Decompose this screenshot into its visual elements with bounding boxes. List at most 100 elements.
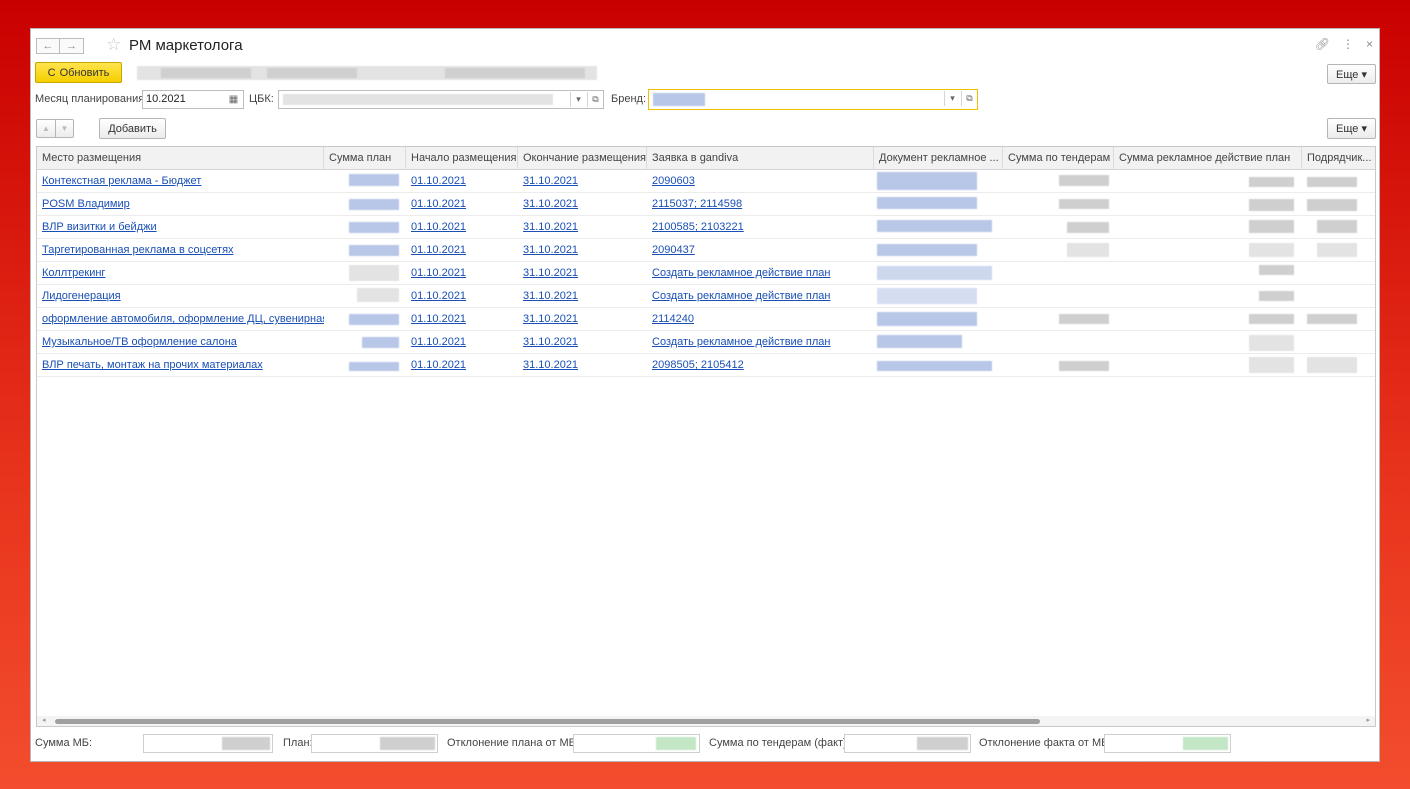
start-date[interactable]: 01.10.2021 (406, 262, 518, 285)
end-date-text[interactable]: 31.10.2021 (523, 313, 578, 325)
gandiva-link[interactable]: 2090437 (647, 239, 874, 262)
col-gandiva[interactable]: Заявка в gandiva (647, 147, 874, 170)
start-date-text[interactable]: 01.10.2021 (411, 313, 466, 325)
place-link[interactable]: POSM Владимир (37, 193, 324, 216)
place-text[interactable]: Контекстная реклама - Бюджет (42, 175, 201, 187)
place-link[interactable]: Контекстная реклама - Бюджет (37, 170, 324, 193)
gandiva-text[interactable]: Создать рекламное действие план (652, 290, 830, 302)
end-date[interactable]: 31.10.2021 (518, 285, 647, 308)
end-date[interactable]: 31.10.2021 (518, 354, 647, 377)
col-place[interactable]: Место размещения (37, 147, 324, 170)
end-date[interactable]: 31.10.2021 (518, 193, 647, 216)
end-date-text[interactable]: 31.10.2021 (523, 359, 578, 371)
cbk-dropdown-button[interactable]: ▾ (570, 92, 586, 107)
gandiva-link[interactable]: Создать рекламное действие план (647, 331, 874, 354)
brand-open-button[interactable]: ⧉ (961, 91, 977, 106)
close-icon[interactable]: × (1366, 37, 1373, 51)
end-date[interactable]: 31.10.2021 (518, 216, 647, 239)
start-date-text[interactable]: 01.10.2021 (411, 221, 466, 233)
start-date-text[interactable]: 01.10.2021 (411, 267, 466, 279)
place-link[interactable]: ВЛР печать, монтаж на прочих материалах (37, 354, 324, 377)
favorite-star-icon[interactable]: ☆ (106, 36, 121, 53)
gandiva-text[interactable]: 2100585; 2103221 (652, 221, 744, 233)
end-date-text[interactable]: 31.10.2021 (523, 175, 578, 187)
end-date-text[interactable]: 31.10.2021 (523, 198, 578, 210)
table-row[interactable]: Коллтрекинг 01.10.2021 31.10.2021 Создат… (37, 262, 1375, 285)
gandiva-link[interactable]: 2114240 (647, 308, 874, 331)
end-date-text[interactable]: 31.10.2021 (523, 336, 578, 348)
place-text[interactable]: POSM Владимир (42, 198, 130, 210)
move-up-button[interactable]: ▲ (36, 119, 55, 138)
refresh-button[interactable]: C Обновить (35, 62, 122, 83)
gandiva-text[interactable]: 2098505; 2105412 (652, 359, 744, 371)
move-down-button[interactable]: ▼ (55, 119, 74, 138)
start-date[interactable]: 01.10.2021 (406, 193, 518, 216)
place-text[interactable]: оформление автомобиля, оформление ДЦ, су… (42, 313, 324, 325)
place-link[interactable]: ВЛР визитки и бейджи (37, 216, 324, 239)
brand-dropdown-button[interactable]: ▾ (944, 91, 960, 106)
gandiva-text[interactable]: 2090603 (652, 175, 695, 187)
gandiva-link[interactable]: 2098505; 2105412 (647, 354, 874, 377)
end-date[interactable]: 31.10.2021 (518, 331, 647, 354)
start-date-text[interactable]: 01.10.2021 (411, 336, 466, 348)
table-row[interactable]: ВЛР печать, монтаж на прочих материалах … (37, 354, 1375, 377)
gandiva-text[interactable]: Создать рекламное действие план (652, 267, 830, 279)
gandiva-link[interactable]: Создать рекламное действие план (647, 285, 874, 308)
start-date[interactable]: 01.10.2021 (406, 308, 518, 331)
start-date-text[interactable]: 01.10.2021 (411, 175, 466, 187)
place-text[interactable]: Лидогенерация (42, 290, 121, 302)
gandiva-text[interactable]: Создать рекламное действие план (652, 336, 830, 348)
end-date[interactable]: 31.10.2021 (518, 170, 647, 193)
end-date-text[interactable]: 31.10.2021 (523, 267, 578, 279)
calendar-button[interactable]: ▦ (225, 91, 242, 108)
start-date[interactable]: 01.10.2021 (406, 331, 518, 354)
gandiva-link[interactable]: 2115037; 2114598 (647, 193, 874, 216)
place-link[interactable]: Таргетированная реклама в соцсетях (37, 239, 324, 262)
place-text[interactable]: ВЛР визитки и бейджи (42, 221, 157, 233)
place-link[interactable]: Лидогенерация (37, 285, 324, 308)
table-more-button[interactable]: Еще ▾ (1327, 118, 1376, 139)
place-text[interactable]: ВЛР печать, монтаж на прочих материалах (42, 359, 263, 371)
brand-field[interactable]: ▾ ⧉ (648, 89, 978, 110)
gandiva-text[interactable]: 2090437 (652, 244, 695, 256)
gandiva-text[interactable]: 2115037; 2114598 (652, 198, 742, 210)
cbk-open-button[interactable]: ⧉ (587, 92, 603, 107)
start-date-text[interactable]: 01.10.2021 (411, 198, 466, 210)
end-date[interactable]: 31.10.2021 (518, 239, 647, 262)
col-plan-sum[interactable]: Сумма план (324, 147, 406, 170)
table-row[interactable]: ВЛР визитки и бейджи 01.10.2021 31.10.20… (37, 216, 1375, 239)
start-date[interactable]: 01.10.2021 (406, 216, 518, 239)
end-date-text[interactable]: 31.10.2021 (523, 244, 578, 256)
scroll-left-icon[interactable]: ◂ (42, 716, 46, 726)
place-link[interactable]: Музыкальное/ТВ оформление салона (37, 331, 324, 354)
col-ad-action-sum[interactable]: Сумма рекламное действие план (1114, 147, 1302, 170)
add-button[interactable]: Добавить (99, 118, 166, 139)
cbk-field[interactable]: ▾ ⧉ (278, 90, 604, 109)
scrollbar-thumb[interactable] (55, 719, 1040, 724)
end-date[interactable]: 31.10.2021 (518, 262, 647, 285)
start-date[interactable]: 01.10.2021 (406, 239, 518, 262)
start-date-text[interactable]: 01.10.2021 (411, 359, 466, 371)
start-date-text[interactable]: 01.10.2021 (411, 290, 466, 302)
gandiva-text[interactable]: 2114240 (652, 313, 694, 325)
start-date[interactable]: 01.10.2021 (406, 354, 518, 377)
col-tender-sum[interactable]: Сумма по тендерам (1003, 147, 1114, 170)
start-date-text[interactable]: 01.10.2021 (411, 244, 466, 256)
col-ad-document[interactable]: Документ рекламное ... (874, 147, 1003, 170)
table-row[interactable]: Контекстная реклама - Бюджет 01.10.2021 … (37, 170, 1375, 193)
end-date-text[interactable]: 31.10.2021 (523, 290, 578, 302)
place-text[interactable]: Таргетированная реклама в соцсетях (42, 244, 234, 256)
scroll-right-icon[interactable]: ▸ (1366, 716, 1370, 726)
gandiva-link[interactable]: 2090603 (647, 170, 874, 193)
place-link[interactable]: оформление автомобиля, оформление ДЦ, су… (37, 308, 324, 331)
table-row[interactable]: Лидогенерация 01.10.2021 31.10.2021 Созд… (37, 285, 1375, 308)
start-date[interactable]: 01.10.2021 (406, 285, 518, 308)
place-text[interactable]: Коллтрекинг (42, 267, 105, 279)
horizontal-scrollbar[interactable]: ◂ ▸ (37, 716, 1375, 726)
link-icon[interactable]: 🔗︎ (1315, 37, 1330, 51)
table-row[interactable]: POSM Владимир 01.10.2021 31.10.2021 2115… (37, 193, 1375, 216)
table-row[interactable]: Музыкальное/ТВ оформление салона 01.10.2… (37, 331, 1375, 354)
col-contractor[interactable]: Подрядчик... (1302, 147, 1375, 170)
col-start[interactable]: Начало размещения (406, 147, 518, 170)
gandiva-link[interactable]: 2100585; 2103221 (647, 216, 874, 239)
